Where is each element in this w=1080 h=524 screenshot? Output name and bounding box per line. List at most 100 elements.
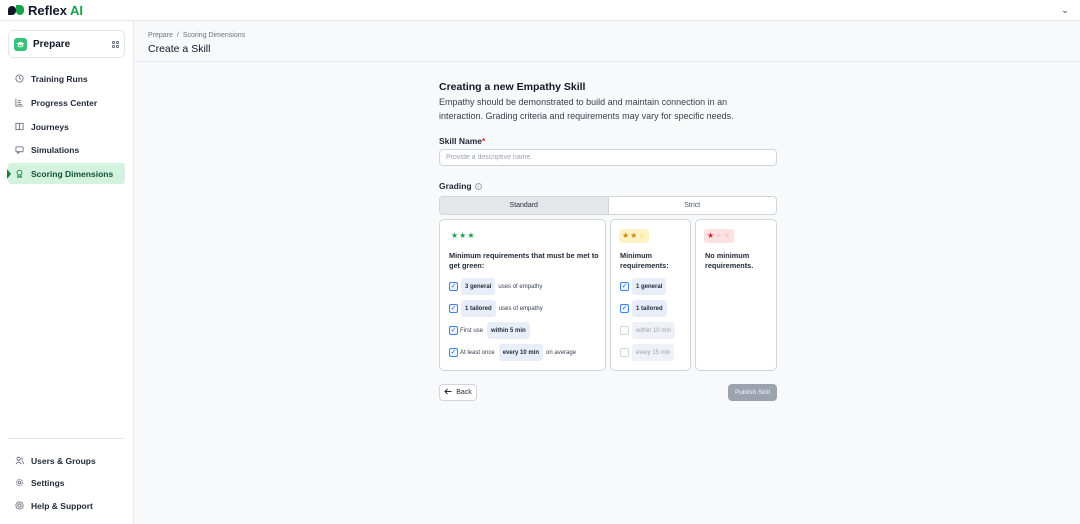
requirement-text: on average: [546, 349, 577, 356]
green-card-heading: Minimum requirements that must be met to…: [449, 251, 599, 270]
first-use-chip[interactable]: within 5 min: [487, 322, 530, 339]
requirement-row: ✓ 3 general uses of empathy: [449, 278, 542, 295]
back-button-label: Back: [456, 389, 472, 396]
page-title: Create a Skill: [148, 43, 211, 55]
clock-icon: [15, 74, 24, 83]
requirement-text: First use: [460, 327, 484, 334]
chat-icon: [15, 145, 24, 155]
checkbox-checked[interactable]: ✓: [620, 282, 629, 291]
breadcrumb-prepare[interactable]: Prepare: [148, 32, 173, 39]
star-icon: ★: [451, 231, 459, 240]
red-grade-card: ★ ★ ★ No minimum requirements.: [695, 219, 777, 371]
requirement-row: ✓ First use within 5 min: [449, 322, 533, 339]
workspace-switcher[interactable]: Prepare: [8, 30, 125, 58]
tailored-uses-chip[interactable]: 1 tailored: [461, 300, 496, 317]
form-title: Creating a new Empathy Skill: [439, 81, 586, 93]
sidebar-item-label: Settings: [31, 477, 65, 488]
frequency-chip[interactable]: every 15 min: [632, 344, 675, 361]
requirement-row: ✓ 1 tailored uses of empathy: [449, 300, 543, 317]
sidebar-item-label: Users & Groups: [31, 455, 96, 466]
star-empty-icon: ★: [723, 231, 731, 240]
general-uses-chip[interactable]: 3 general: [461, 278, 496, 295]
first-use-chip[interactable]: within 10 min: [632, 322, 676, 339]
award-icon: [15, 169, 24, 179]
checkbox-checked[interactable]: ✓: [449, 304, 458, 313]
star-icon: ★: [630, 231, 638, 240]
star-icon: ★: [707, 231, 715, 240]
brand-name: Reflex: [28, 2, 68, 18]
checkbox-checked[interactable]: ✓: [449, 282, 458, 291]
page-header: Prepare / Scoring Dimensions Create a Sk…: [134, 21, 1080, 62]
star-icon: ★: [459, 231, 467, 240]
info-icon[interactable]: i: [474, 183, 482, 190]
checkbox-unchecked[interactable]: ✓: [620, 326, 629, 335]
sidebar-item-users-groups[interactable]: Users & Groups: [8, 450, 125, 471]
sidebar-item-label: Training Runs: [31, 73, 88, 84]
book-icon: [15, 122, 24, 131]
yellow-grade-card: ★ ★ ★ Minimum requirements: ✓ 1 general ✓ …: [610, 219, 691, 371]
requirement-text: At least once: [460, 349, 495, 356]
sidebar-item-training-runs[interactable]: Training Runs: [8, 68, 125, 89]
sidebar-item-label: Help & Support: [31, 500, 93, 511]
lifebuoy-icon: [15, 501, 24, 510]
star-icon: ★: [622, 231, 630, 240]
three-stars-rating: ★ ★ ★: [448, 229, 478, 243]
sidebar-item-label: Simulations: [31, 144, 80, 155]
breadcrumb-scoring-dimensions[interactable]: Scoring Dimensions: [183, 32, 245, 39]
requirement-text: uses of empathy: [498, 305, 543, 312]
arrow-left-icon: [444, 388, 452, 397]
sidebar-item-label: Progress Center: [31, 97, 98, 108]
sidebar-item-progress-center[interactable]: Progress Center: [8, 92, 125, 113]
users-icon: [15, 456, 24, 465]
skill-name-label: Skill Name*: [439, 136, 486, 146]
reflexai-logo[interactable]: Reflex AI: [8, 3, 83, 18]
grading-option-standard[interactable]: Standard: [440, 197, 609, 214]
star-empty-icon: ★: [638, 231, 646, 240]
sidebar-item-simulations[interactable]: Simulations: [8, 139, 125, 160]
requirement-text: uses of empathy: [498, 283, 543, 290]
grading-option-strict[interactable]: Strict: [609, 197, 777, 214]
general-uses-chip[interactable]: 1 general: [632, 278, 667, 295]
publish-skill-button[interactable]: Publish Skill: [728, 384, 777, 401]
frequency-chip[interactable]: every 10 min: [498, 344, 544, 361]
sidebar-item-settings[interactable]: Settings: [8, 472, 125, 493]
one-star-rating: ★ ★ ★: [704, 229, 734, 243]
reflexai-logo-icon: [8, 4, 25, 16]
brand-suffix: AI: [70, 2, 84, 18]
two-stars-rating: ★ ★ ★: [619, 229, 649, 243]
grading-label: Grading i: [439, 181, 482, 191]
checkbox-checked[interactable]: ✓: [449, 348, 458, 357]
workspace-label: Prepare: [33, 38, 71, 50]
back-button[interactable]: Back: [439, 384, 477, 401]
top-bar: Reflex AI ⌄: [0, 0, 1080, 21]
checkbox-unchecked[interactable]: ✓: [620, 348, 629, 357]
requirement-row: ✓ At least once every 10 min on average: [449, 344, 576, 361]
sidebar-item-label: Journeys: [31, 121, 69, 132]
requirement-row: ✓ within 10 min: [620, 322, 678, 339]
sidebar-item-scoring-dimensions[interactable]: Scoring Dimensions: [7, 163, 125, 184]
sidebar: Prepare Training Runs Progress Center Jo…: [0, 21, 134, 524]
checkbox-checked[interactable]: ✓: [620, 304, 629, 313]
requirement-row: ✓ 1 tailored: [620, 300, 670, 317]
sidebar-item-label: Scoring Dimensions: [31, 168, 114, 179]
tailored-uses-chip[interactable]: 1 tailored: [632, 300, 667, 317]
star-icon: ★: [467, 231, 475, 240]
sidebar-divider: [8, 438, 125, 439]
graduation-cap-icon: [14, 37, 27, 51]
requirement-row: ✓ every 15 min: [620, 344, 677, 361]
sidebar-item-help-support[interactable]: Help & Support: [8, 495, 125, 516]
sidebar-item-journeys[interactable]: Journeys: [8, 116, 125, 137]
apps-grid-icon[interactable]: [112, 40, 119, 48]
chevron-down-icon[interactable]: ⌄: [1060, 5, 1070, 15]
breadcrumb-separator: /: [176, 32, 179, 39]
chart-icon: [15, 98, 24, 107]
yellow-card-heading: Minimum requirements:: [620, 251, 669, 270]
star-empty-icon: ★: [715, 231, 723, 240]
gear-icon: [15, 478, 24, 487]
required-marker: *: [482, 136, 486, 146]
requirement-row: ✓ 1 general: [620, 278, 669, 295]
skill-name-input[interactable]: [439, 149, 777, 166]
form-description: Empathy should be demonstrated to build …: [439, 97, 734, 121]
breadcrumb: Prepare / Scoring Dimensions: [148, 32, 245, 39]
checkbox-checked[interactable]: ✓: [449, 326, 458, 335]
